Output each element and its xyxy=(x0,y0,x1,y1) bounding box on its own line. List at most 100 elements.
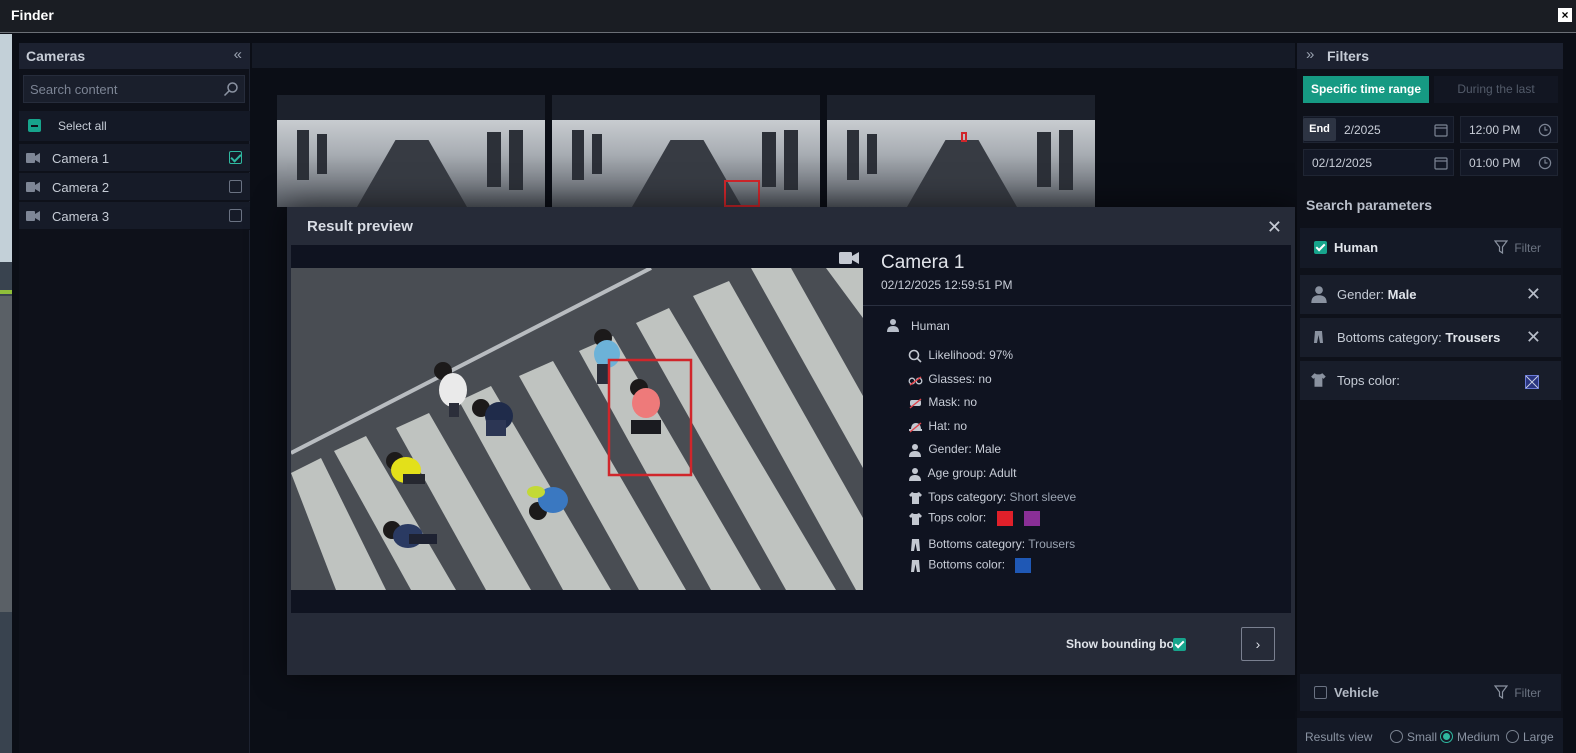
shirt-icon xyxy=(909,512,922,525)
color-swatch-red xyxy=(995,510,1014,527)
modal-close-button[interactable]: ✕ xyxy=(1267,217,1282,238)
radio-small[interactable] xyxy=(1390,730,1403,743)
trousers-icon xyxy=(1314,331,1323,343)
camera-label: Camera 3 xyxy=(52,209,110,224)
thumbnail-door xyxy=(297,130,309,180)
camera-row-2[interactable]: Camera 2 xyxy=(19,173,250,201)
attr-label: Mask: xyxy=(928,395,961,409)
filters-header: » Filters xyxy=(1297,43,1563,69)
search-placeholder: Search content xyxy=(30,82,118,97)
background-strip xyxy=(0,34,12,753)
thumbnail-door xyxy=(847,130,859,180)
scrollbar[interactable] xyxy=(1565,43,1576,753)
detection-details: Camera 1 02/12/2025 12:59:51 PM Human Li… xyxy=(863,245,1291,613)
during-the-last-tab[interactable]: During the last xyxy=(1434,76,1558,103)
attr-value: Adult xyxy=(989,466,1017,480)
attr-value: Male xyxy=(975,442,1002,456)
expand-icon[interactable]: » xyxy=(1306,46,1314,63)
attr-value: no xyxy=(963,395,978,409)
camera-row-1[interactable]: Camera 1 xyxy=(19,144,250,172)
video-camera-icon xyxy=(26,182,40,192)
modal-title: Result preview xyxy=(307,218,413,235)
search-input[interactable]: Search content xyxy=(23,75,245,103)
results-view-small[interactable]: Small xyxy=(1390,730,1437,744)
show-bounding-box-checkbox[interactable] xyxy=(1173,638,1186,651)
person-icon xyxy=(909,467,921,481)
radio-medium[interactable] xyxy=(1440,730,1453,743)
cameras-header: Cameras « xyxy=(19,43,249,69)
vehicle-checkbox[interactable] xyxy=(1314,686,1327,699)
camera-label: Camera 1 xyxy=(52,151,110,166)
camera-checkbox[interactable] xyxy=(229,151,242,164)
filter-icon xyxy=(1494,685,1509,699)
person-icon xyxy=(909,443,921,457)
preview-image xyxy=(291,268,863,590)
attr-gender: Gender: Male xyxy=(907,442,1001,457)
trousers-icon xyxy=(911,538,920,551)
results-view-label: Results view xyxy=(1305,730,1373,744)
video-camera-icon[interactable] xyxy=(839,251,859,265)
result-thumbnail[interactable] xyxy=(552,95,820,207)
clock-icon[interactable] xyxy=(1538,123,1552,137)
thumbnail-door xyxy=(572,130,584,180)
magnifier-icon xyxy=(908,349,922,363)
select-all-row[interactable]: Select all xyxy=(19,111,250,141)
cameras-title: Cameras xyxy=(26,48,86,64)
bottoms-label-text: Bottoms category: xyxy=(1337,330,1442,345)
filters-panel: » Filters Specific time range During the… xyxy=(1297,43,1563,753)
end-time-value: 01:00 PM xyxy=(1469,156,1521,170)
start-time-value: 12:00 PM xyxy=(1469,123,1521,137)
thumbnail-door xyxy=(487,132,501,187)
end-date-field[interactable]: 02/12/2025 xyxy=(1303,149,1454,176)
camera-checkbox[interactable] xyxy=(229,209,242,222)
specific-time-range-tab[interactable]: Specific time range xyxy=(1303,76,1429,103)
human-param: Human Filter xyxy=(1300,228,1561,268)
clock-icon[interactable] xyxy=(1538,156,1552,170)
camera-checkbox[interactable] xyxy=(229,180,242,193)
calendar-icon[interactable] xyxy=(1434,123,1448,137)
shirt-icon xyxy=(1311,373,1326,387)
human-filter-button[interactable]: Filter xyxy=(1494,240,1541,255)
select-all-label: Select all xyxy=(58,119,107,133)
thumbnail-door xyxy=(784,130,798,190)
calendar-icon[interactable] xyxy=(1434,156,1448,170)
thumbnail-image xyxy=(277,120,545,207)
remove-gender-button[interactable]: ✕ xyxy=(1526,284,1541,305)
vehicle-filter-button[interactable]: Filter xyxy=(1494,685,1541,700)
thumbnail-door xyxy=(1037,132,1051,187)
human-checkbox[interactable] xyxy=(1314,241,1327,254)
result-thumbnail[interactable] xyxy=(277,95,545,207)
thumbnail-door xyxy=(509,130,523,190)
bounding-box xyxy=(724,180,760,207)
radio-large[interactable] xyxy=(1506,730,1519,743)
radio-medium-label: Medium xyxy=(1457,730,1500,744)
camera-row-3[interactable]: Camera 3 xyxy=(19,202,250,230)
background-strip-accent xyxy=(0,290,12,294)
start-date-value: 2/2025 xyxy=(1344,123,1381,137)
remove-bottoms-button[interactable]: ✕ xyxy=(1526,327,1541,348)
gender-label-text: Gender: xyxy=(1337,287,1384,302)
attr-label: Bottoms category: xyxy=(928,537,1026,551)
end-time-field[interactable]: 01:00 PM xyxy=(1460,149,1558,176)
mask-icon xyxy=(909,398,922,409)
color-picker-icon[interactable] xyxy=(1525,375,1539,389)
cameras-panel: Cameras « Search content Select all Came… xyxy=(19,43,250,753)
attr-label: Gender: xyxy=(928,442,972,456)
vehicle-param: Vehicle Filter xyxy=(1300,674,1561,711)
video-camera-icon xyxy=(26,211,40,221)
title-bar: Finder × xyxy=(0,0,1576,33)
start-time-field[interactable]: 12:00 PM xyxy=(1460,116,1558,143)
results-view-large[interactable]: Large xyxy=(1506,730,1554,744)
results-toolbar xyxy=(252,43,1295,68)
result-thumbnail[interactable] xyxy=(827,95,1095,207)
next-result-button[interactable]: › xyxy=(1241,627,1275,661)
results-view-medium[interactable]: Medium xyxy=(1440,730,1500,744)
end-date-tooltip: End xyxy=(1303,118,1336,141)
filter-link-text: Filter xyxy=(1514,241,1541,255)
collapse-icon[interactable]: « xyxy=(234,46,242,63)
bottoms-value: Trousers xyxy=(1445,330,1501,345)
bottoms-param: Bottoms category: Trousers ✕ xyxy=(1300,318,1561,357)
select-all-checkbox[interactable] xyxy=(28,119,41,132)
window-close-button[interactable]: × xyxy=(1558,8,1572,22)
detail-camera-name: Camera 1 xyxy=(881,252,965,273)
